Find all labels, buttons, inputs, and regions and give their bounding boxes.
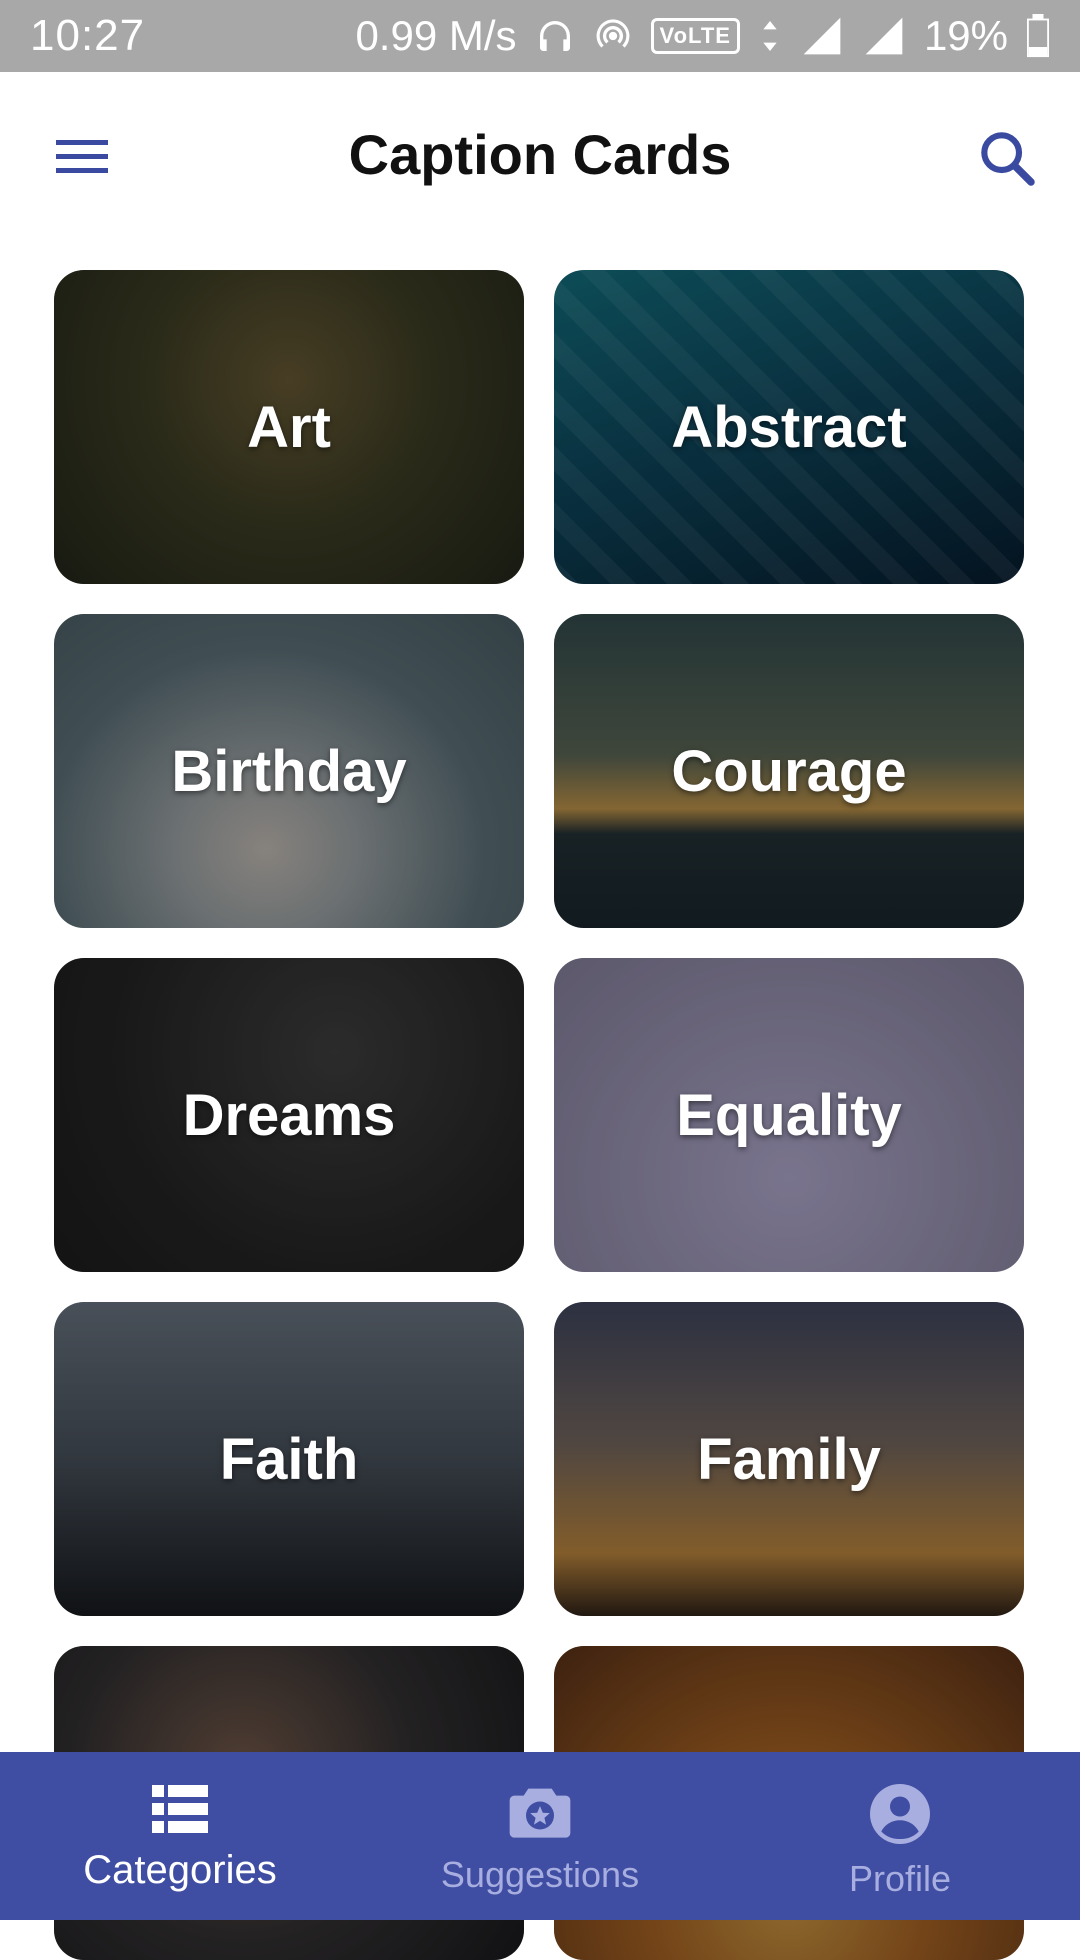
category-card-birthday[interactable]: Birthday xyxy=(54,614,524,928)
card-label: Art xyxy=(247,394,331,460)
status-time: 10:27 xyxy=(30,11,146,60)
signal-4g-icon xyxy=(800,14,844,58)
search-button[interactable] xyxy=(975,126,1039,190)
page-title: Caption Cards xyxy=(348,123,732,186)
nav-label: Suggestions xyxy=(440,1854,640,1895)
menu-button[interactable] xyxy=(52,132,112,182)
search-icon xyxy=(981,132,1035,186)
category-card-courage[interactable]: Courage xyxy=(554,614,1024,928)
data-arrows-icon xyxy=(758,16,782,56)
category-card-faith[interactable]: Faith xyxy=(54,1302,524,1616)
nav-label: Categories xyxy=(83,1848,277,1892)
card-label: Birthday xyxy=(171,738,407,804)
card-label: Abstract xyxy=(671,394,907,460)
signal-roaming-icon xyxy=(862,14,906,58)
nav-label: Profile xyxy=(848,1858,952,1899)
battery-icon xyxy=(1026,14,1050,58)
battery-percent: 19% xyxy=(923,12,1008,59)
category-card-family[interactable]: Family xyxy=(554,1302,1024,1616)
nav-categories[interactable]: Categories xyxy=(0,1752,360,1920)
card-label: Equality xyxy=(676,1082,902,1148)
category-card-abstract[interactable]: Abstract xyxy=(554,270,1024,584)
headphones-icon xyxy=(535,16,575,56)
category-grid: Art Abstract Birthday Courage Dreams Equ… xyxy=(54,270,1026,1960)
network-speed: 0.99 M/s xyxy=(355,12,517,59)
bottom-navigation: Categories Suggestions Profile xyxy=(0,1752,1080,1920)
status-bar: 10:27 0.99 M/s VoLTE 19% xyxy=(0,0,1080,72)
account-circle-icon xyxy=(870,1784,930,1844)
app-bar: Caption Cards xyxy=(0,72,1080,242)
volte-badge: VoLTE xyxy=(650,18,740,54)
list-icon xyxy=(152,1785,208,1833)
card-label: Faith xyxy=(219,1426,359,1492)
category-card-dreams[interactable]: Dreams xyxy=(54,958,524,1272)
camera-icon xyxy=(509,1788,571,1838)
card-label: Family xyxy=(697,1426,881,1492)
hamburger-menu-icon xyxy=(56,140,108,173)
hotspot-icon xyxy=(593,16,633,56)
category-card-equality[interactable]: Equality xyxy=(554,958,1024,1272)
card-label: Dreams xyxy=(182,1082,396,1148)
nav-profile[interactable]: Profile xyxy=(720,1752,1080,1920)
category-card-art[interactable]: Art xyxy=(54,270,524,584)
status-icons: 0.99 M/s VoLTE 19% xyxy=(355,12,1050,60)
nav-suggestions[interactable]: Suggestions xyxy=(360,1752,720,1920)
card-label: Courage xyxy=(671,738,907,804)
